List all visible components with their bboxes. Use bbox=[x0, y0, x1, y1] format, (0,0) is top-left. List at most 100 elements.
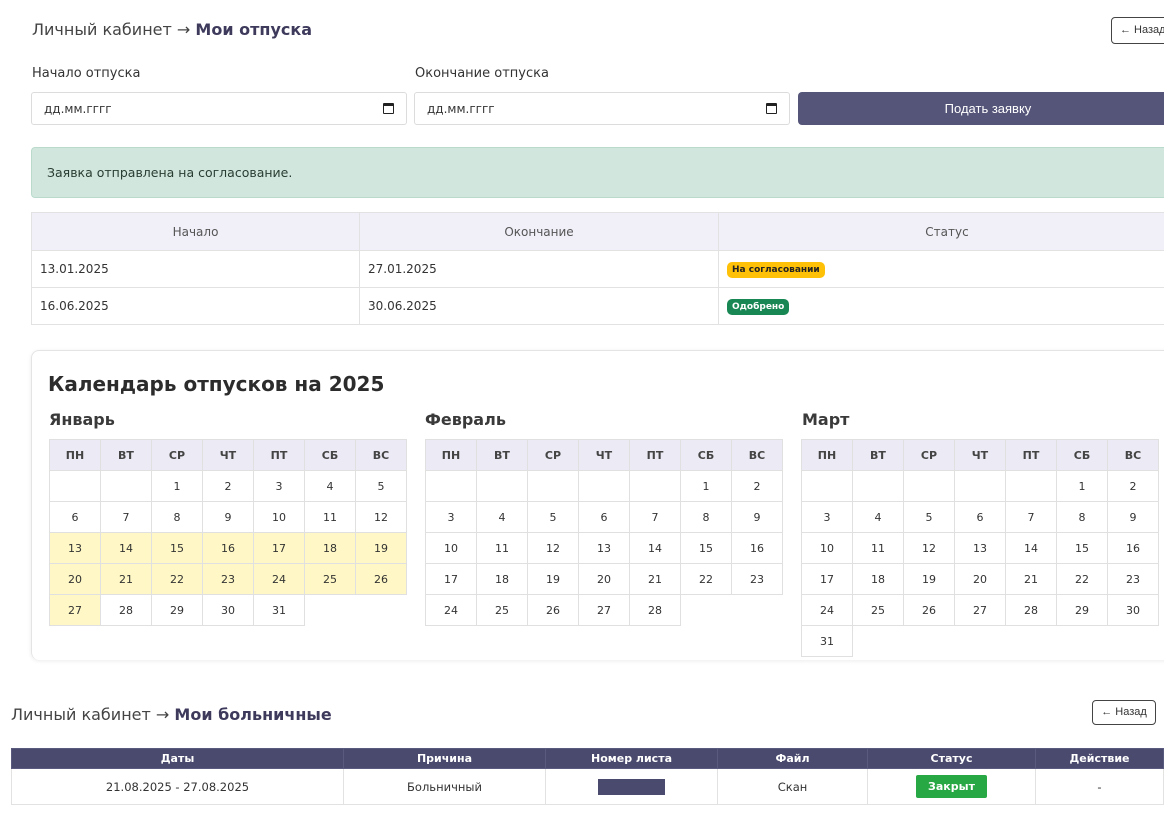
calendar-day: 12 bbox=[903, 532, 955, 564]
calendar-day: 28 bbox=[1005, 594, 1057, 626]
calendar-day: 27 bbox=[954, 594, 1006, 626]
table-row: 13.01.2025 27.01.2025 На согласовании bbox=[31, 250, 1164, 288]
calendar-day: 4 bbox=[852, 501, 904, 533]
calendar-day: 14 bbox=[1005, 532, 1057, 564]
calendar-week-row: 13 14 15 16 17 18 19 bbox=[49, 532, 407, 564]
calendar-day: 28 bbox=[100, 594, 152, 626]
month-name-february: Февраль bbox=[425, 410, 506, 429]
calendar-day: 4 bbox=[304, 470, 356, 502]
back-button[interactable]: ← Назад bbox=[1111, 17, 1164, 44]
start-date-input[interactable]: дд.мм.гггг bbox=[31, 92, 407, 125]
month-grid-march: ПН ВТ СР ЧТ ПТ СБ ВС 1 2 3 4 5 6 7 8 9 10 11 12 13 14 15 16 17 1… bbox=[801, 439, 1159, 657]
calendar-empty-cell bbox=[100, 470, 152, 502]
calendar-empty-cell bbox=[476, 470, 528, 502]
calendar-day: 31 bbox=[801, 625, 853, 657]
column-header-dates: Даты bbox=[11, 748, 344, 769]
calendar-day: 17 bbox=[253, 532, 305, 564]
breadcrumb-root[interactable]: Личный кабинет bbox=[11, 705, 151, 724]
calendar-empty-cell bbox=[732, 595, 783, 626]
cell-dates: 21.08.2025 - 27.08.2025 bbox=[11, 768, 344, 805]
calendar-day: 19 bbox=[903, 563, 955, 595]
weekday-header: ПТ bbox=[1005, 439, 1057, 471]
calendar-day: 1 bbox=[680, 470, 732, 502]
calendar-week-row: 31 bbox=[801, 625, 1159, 657]
calendar-day: 24 bbox=[801, 594, 853, 626]
calendar-day: 14 bbox=[629, 532, 681, 564]
calendar-day: 17 bbox=[425, 563, 477, 595]
status-badge: Одобрено bbox=[727, 298, 790, 315]
page-title-vacations: Личный кабинет → Мои отпуска bbox=[32, 20, 312, 39]
calendar-day: 15 bbox=[1056, 532, 1108, 564]
calendar-day: 25 bbox=[476, 594, 528, 626]
calendar-week-row: 10 11 12 13 14 15 16 bbox=[801, 532, 1159, 564]
calendar-day: 5 bbox=[355, 470, 407, 502]
month-name-january: Январь bbox=[49, 410, 115, 429]
calendar-day: 7 bbox=[629, 501, 681, 533]
calendar-empty-cell bbox=[1108, 626, 1159, 657]
calendar-empty-cell bbox=[305, 595, 356, 626]
cell-status: На согласовании bbox=[718, 250, 1164, 288]
calendar-day: 30 bbox=[202, 594, 254, 626]
calendar-day: 15 bbox=[680, 532, 732, 564]
cell-reason: Больничный bbox=[343, 768, 546, 805]
calendar-week-row: 3456789 bbox=[801, 501, 1159, 533]
calendar-icon[interactable] bbox=[766, 103, 777, 114]
table-row: 21.08.2025 - 27.08.2025 Больничный Скан … bbox=[11, 768, 1164, 805]
weekday-header: ПТ bbox=[629, 439, 681, 471]
weekday-header: ПН bbox=[49, 439, 101, 471]
calendar-empty-cell bbox=[49, 470, 101, 502]
calendar-day: 23 bbox=[731, 563, 783, 595]
calendar-day: 11 bbox=[304, 501, 356, 533]
calendar-day: 11 bbox=[852, 532, 904, 564]
calendar-day: 7 bbox=[100, 501, 152, 533]
cell-sheet-number bbox=[545, 768, 718, 805]
start-date-label: Начало отпуска bbox=[32, 66, 141, 81]
cell-file[interactable]: Скан bbox=[717, 768, 868, 805]
column-header-file: Файл bbox=[717, 748, 868, 769]
calendar-day: 18 bbox=[304, 532, 356, 564]
weekday-header: ЧТ bbox=[202, 439, 254, 471]
calendar-day: 9 bbox=[1107, 501, 1159, 533]
back-button[interactable]: ← Назад bbox=[1092, 700, 1156, 725]
weekday-header: ВТ bbox=[100, 439, 152, 471]
cell-end: 27.01.2025 bbox=[359, 250, 719, 288]
page-title-sick-leaves: Личный кабинет → Мои больничные bbox=[11, 705, 332, 724]
calendar-day: 13 bbox=[954, 532, 1006, 564]
column-header-sheet-number: Номер листа bbox=[545, 748, 718, 769]
submit-request-button[interactable]: Подать заявку bbox=[798, 92, 1164, 125]
calendar-day: 31 bbox=[253, 594, 305, 626]
end-date-input[interactable]: дд.мм.гггг bbox=[414, 92, 790, 125]
status-badge: Закрыт bbox=[916, 775, 987, 798]
weekday-header: СБ bbox=[680, 439, 732, 471]
calendar-day: 8 bbox=[1056, 501, 1108, 533]
month-grid-february: ПН ВТ СР ЧТ ПТ СБ ВС 1 2 3 4 5 6 7 8 9 10 11 12 13 14 15 16 17 1… bbox=[425, 439, 783, 626]
weekday-header: ПТ bbox=[253, 439, 305, 471]
calendar-day: 29 bbox=[151, 594, 203, 626]
calendar-week-row: 17 18 19 20 21 22 23 bbox=[801, 563, 1159, 595]
column-header-action: Действие bbox=[1035, 748, 1164, 769]
end-date-label: Окончание отпуска bbox=[415, 66, 549, 81]
success-alert: Заявка отправлена на согласование. bbox=[31, 147, 1164, 198]
calendar-week-row: 12345 bbox=[49, 470, 407, 502]
calendar-day: 25 bbox=[304, 563, 356, 595]
weekday-header: ВТ bbox=[476, 439, 528, 471]
calendar-week-row: 27 28 29 30 31 bbox=[49, 594, 407, 626]
calendar-week-row: 12 bbox=[801, 470, 1159, 502]
calendar-icon[interactable] bbox=[383, 103, 394, 114]
calendar-day: 24 bbox=[253, 563, 305, 595]
calendar-day: 8 bbox=[680, 501, 732, 533]
redacted-block bbox=[598, 778, 665, 795]
cell-start: 16.06.2025 bbox=[31, 287, 360, 325]
weekday-header: СР bbox=[527, 439, 579, 471]
month-name-march: Март bbox=[802, 410, 850, 429]
weekday-header: ПН bbox=[425, 439, 477, 471]
weekday-header: ЧТ bbox=[578, 439, 630, 471]
column-header-start: Начало bbox=[31, 212, 360, 251]
breadcrumb-root[interactable]: Личный кабинет bbox=[32, 20, 172, 39]
calendar-empty-cell bbox=[955, 626, 1006, 657]
calendar-day: 22 bbox=[680, 563, 732, 595]
calendar-day: 2 bbox=[731, 470, 783, 502]
calendar-day: 25 bbox=[852, 594, 904, 626]
calendar-day: 23 bbox=[1107, 563, 1159, 595]
calendar-day: 12 bbox=[355, 501, 407, 533]
